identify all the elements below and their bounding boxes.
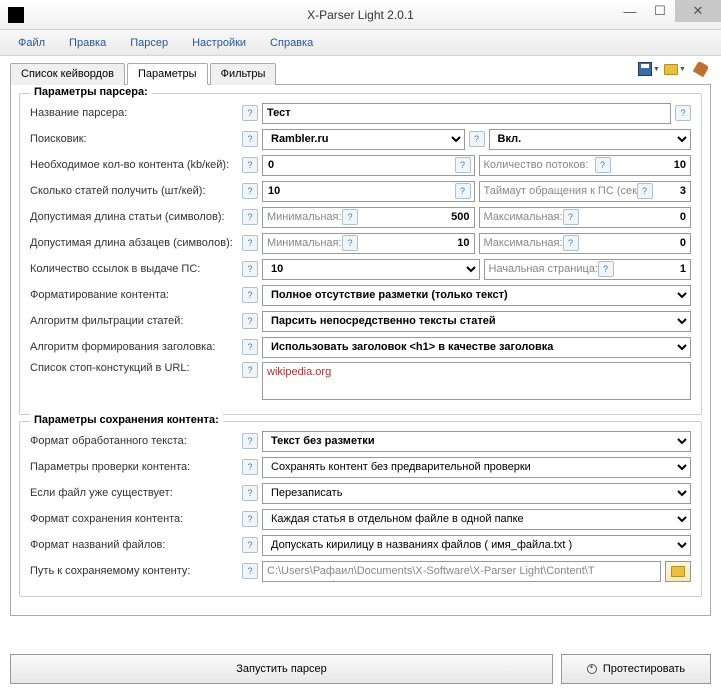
menubar: Файл Правка Парсер Настройки Справка [0, 30, 721, 56]
help-icon[interactable]: ? [242, 131, 258, 147]
menu-settings[interactable]: Настройки [182, 33, 256, 53]
tab-filters[interactable]: Фильтры [210, 63, 277, 85]
timeout-input[interactable] [479, 181, 692, 202]
save-path-label: Путь к сохраняемому контенту: [30, 565, 238, 577]
menu-file[interactable]: Файл [8, 33, 55, 53]
help-icon[interactable]: ? [242, 362, 258, 378]
content-amount-input[interactable] [262, 155, 475, 176]
parser-name-label: Название парсера: [30, 107, 238, 119]
help-icon[interactable]: ? [455, 183, 471, 199]
help-icon[interactable]: ? [675, 105, 691, 121]
minimize-button[interactable]: — [615, 0, 645, 22]
save-struct-select[interactable]: Каждая статья в отдельном файле в одной … [262, 509, 691, 530]
serp-links-select[interactable]: 10 [262, 259, 480, 280]
filter-alg-select[interactable]: Парсить непосредственно тексты статей [262, 311, 691, 332]
article-max-input[interactable] [479, 207, 692, 228]
articles-count-label: Сколько статей получить (шт/кей): [30, 185, 238, 197]
help-icon[interactable]: ? [563, 209, 579, 225]
para-min-input[interactable] [262, 233, 475, 254]
engine-toggle-select[interactable]: Вкл. [489, 129, 692, 150]
app-icon [8, 7, 24, 23]
run-parser-button[interactable]: Запустить парсер [10, 654, 553, 684]
help-icon[interactable]: ? [242, 485, 258, 501]
para-max-input[interactable] [479, 233, 692, 254]
menu-help[interactable]: Справка [260, 33, 323, 53]
params-panel: Параметры парсера: Название парсера: ? ?… [10, 85, 711, 616]
parser-params-group: Параметры парсера: Название парсера: ? ?… [19, 93, 702, 415]
help-icon[interactable]: ? [242, 287, 258, 303]
stop-url-label: Список стоп-констукций в URL: [30, 362, 238, 374]
maximize-button[interactable]: ☐ [645, 0, 675, 22]
help-icon[interactable]: ? [242, 511, 258, 527]
parser-name-input[interactable] [262, 103, 671, 124]
help-icon[interactable]: ? [242, 183, 258, 199]
help-icon[interactable]: ? [242, 209, 258, 225]
content-amount-label: Необходимое кол-во контента (kb/кей): [30, 159, 238, 171]
help-icon[interactable]: ? [563, 235, 579, 251]
bottom-bar: Запустить парсер Протестировать [10, 654, 711, 684]
threads-input[interactable] [479, 155, 692, 176]
test-button[interactable]: Протестировать [561, 654, 711, 684]
folder-icon [671, 566, 685, 577]
tab-params[interactable]: Параметры [127, 63, 208, 85]
articles-count-input[interactable] [262, 181, 475, 202]
text-format-label: Формат обработанного текста: [30, 435, 238, 447]
help-icon[interactable]: ? [242, 537, 258, 553]
save-struct-label: Формат сохранения контента: [30, 513, 238, 525]
target-icon [587, 664, 597, 674]
check-params-select[interactable]: Сохранять контент без предварительной пр… [262, 457, 691, 478]
help-icon[interactable]: ? [242, 339, 258, 355]
help-icon[interactable]: ? [342, 209, 358, 225]
text-format-select[interactable]: Текст без разметки [262, 431, 691, 452]
engine-label: Поисковик: [30, 133, 238, 145]
help-icon[interactable]: ? [455, 157, 471, 173]
browse-button[interactable] [665, 561, 691, 582]
filename-format-select[interactable]: Допускать кирилицу в названиях файлов ( … [262, 535, 691, 556]
content-format-label: Форматирование контента: [30, 289, 238, 301]
close-button[interactable]: ✕ [675, 0, 721, 22]
help-icon[interactable]: ? [637, 183, 653, 199]
parser-legend: Параметры парсера: [30, 86, 152, 98]
engine-select[interactable]: Rambler.ru [262, 129, 465, 150]
help-icon[interactable]: ? [242, 105, 258, 121]
help-icon[interactable]: ? [242, 563, 258, 579]
menu-parser[interactable]: Парсер [120, 33, 178, 53]
help-icon[interactable]: ? [242, 313, 258, 329]
help-icon[interactable]: ? [242, 261, 258, 277]
stop-url-textarea[interactable]: wikipedia.org [262, 362, 691, 400]
tab-keywords[interactable]: Список кейвордов [10, 63, 125, 85]
serp-links-label: Количество ссылок в выдаче ПС: [30, 263, 238, 275]
titlebar: X-Parser Light 2.0.1 — ☐ ✕ [0, 0, 721, 30]
help-icon[interactable]: ? [598, 261, 614, 277]
window-title: X-Parser Light 2.0.1 [307, 8, 414, 22]
filename-format-label: Формат названий файлов: [30, 539, 238, 551]
help-icon[interactable]: ? [242, 157, 258, 173]
title-alg-select[interactable]: Использовать заголовок <h1> в качестве з… [262, 337, 691, 358]
help-icon[interactable]: ? [242, 235, 258, 251]
file-exists-label: Если файл уже существует: [30, 487, 238, 499]
check-params-label: Параметры проверки контента: [30, 461, 238, 473]
article-length-label: Допустимая длина статьи (символов): [30, 211, 238, 223]
help-icon[interactable]: ? [469, 131, 485, 147]
content-format-select[interactable]: Полное отсутствие разметки (только текст… [262, 285, 691, 306]
startpage-input[interactable] [484, 259, 692, 280]
save-path-input[interactable] [262, 561, 661, 582]
tabs: Список кейвордов Параметры Фильтры [10, 62, 711, 85]
save-legend: Параметры сохранения контента: [30, 414, 223, 426]
window-controls: — ☐ ✕ [615, 0, 721, 22]
help-icon[interactable]: ? [242, 433, 258, 449]
save-params-group: Параметры сохранения контента: Формат об… [19, 421, 702, 597]
article-min-input[interactable] [262, 207, 475, 228]
para-length-label: Допустимая длина абзацев (символов): [30, 237, 238, 249]
help-icon[interactable]: ? [595, 157, 611, 173]
file-exists-select[interactable]: Перезаписать [262, 483, 691, 504]
help-icon[interactable]: ? [342, 235, 358, 251]
menu-edit[interactable]: Правка [59, 33, 116, 53]
title-alg-label: Алгоритм формирования заголовка: [30, 341, 238, 353]
help-icon[interactable]: ? [242, 459, 258, 475]
filter-alg-label: Алгоритм фильтрации статей: [30, 315, 238, 327]
